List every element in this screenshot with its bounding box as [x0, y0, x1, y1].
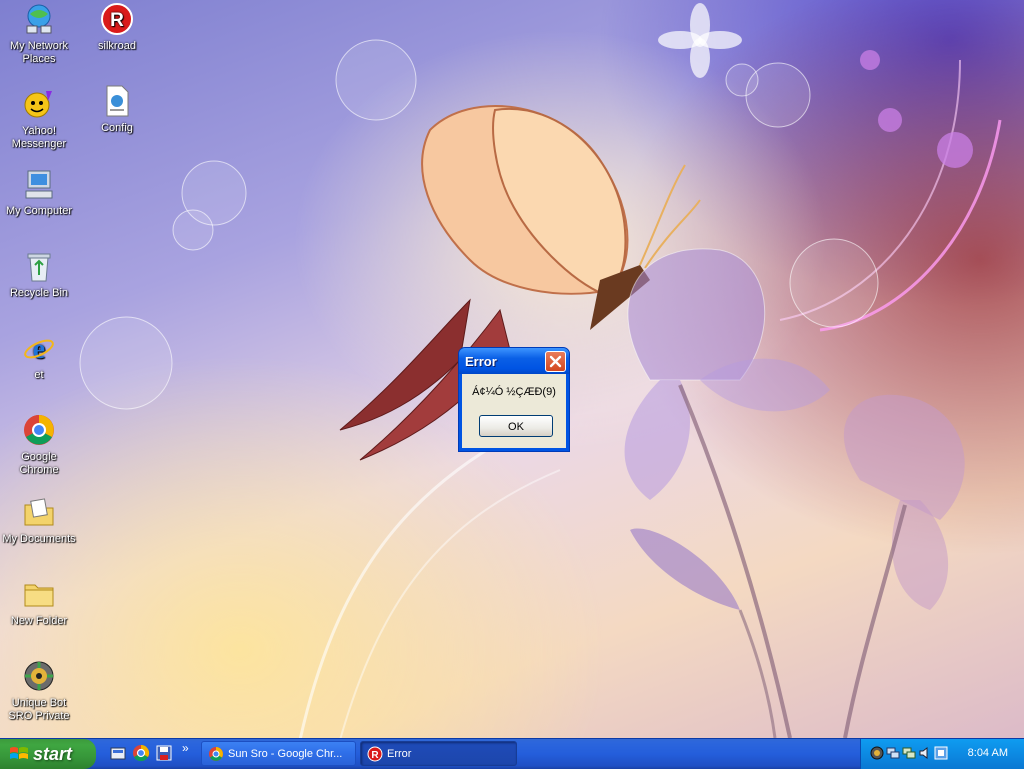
svg-text:R: R — [371, 750, 379, 761]
speaker-tray-icon[interactable] — [918, 746, 932, 760]
taskbar-button-label: Error — [387, 748, 412, 760]
quick-launch-chevron[interactable]: » — [182, 741, 189, 755]
svg-text:e: e — [33, 334, 45, 365]
desktop-icon-label: My Computer — [5, 205, 73, 217]
desktop-icon-my-documents[interactable]: My Documents — [1, 495, 77, 546]
my-documents-icon — [24, 498, 54, 526]
desktop-icon-unique-bot[interactable]: Unique Bot SRO Private — [1, 659, 77, 723]
chrome-icon[interactable] — [132, 744, 150, 762]
desktop-icon-silkroad[interactable]: R silkroad — [79, 2, 155, 53]
dialog-message: Á¢¼Ó ½ÇÆÐ(9) — [472, 386, 556, 398]
network-places-icon — [26, 4, 52, 34]
network-tray-icon-2[interactable] — [902, 746, 916, 760]
desktop-icon-recycle-bin[interactable]: Recycle Bin — [1, 249, 77, 300]
show-desktop-icon[interactable] — [109, 744, 127, 762]
desktop-icon-label: My Documents — [2, 533, 76, 545]
unique-bot-icon — [24, 661, 54, 691]
desktop-icon-label: Recycle Bin — [9, 287, 69, 299]
desktop-icon-new-folder[interactable]: New Folder — [1, 577, 77, 628]
desktop-icon-label: Unique Bot SRO Private — [8, 697, 70, 722]
svg-text:R: R — [110, 10, 124, 31]
desktop-icon-yahoo-messenger[interactable]: Yahoo! Messenger — [1, 87, 77, 151]
start-label: start — [33, 744, 73, 764]
desktop-icon-config[interactable]: Config — [79, 84, 155, 135]
dialog-titlebar[interactable]: Error — [459, 348, 569, 374]
desktop-icon-et[interactable]: e et — [1, 331, 77, 382]
desktop-icon-my-network-places[interactable]: My Network Places — [1, 2, 77, 66]
save-icon[interactable] — [155, 744, 173, 762]
recycle-bin-icon — [27, 253, 51, 282]
desktop-icon-label: silkroad — [98, 40, 136, 52]
config-file-icon — [106, 85, 129, 117]
error-dialog: Error Á¢¼Ó ½ÇÆÐ(9) OK — [458, 347, 570, 452]
desktop-icon-label: et — [34, 369, 44, 381]
system-tray: 8:04 AM — [860, 739, 1024, 769]
taskbar-button-error[interactable]: R Error — [360, 741, 517, 766]
taskbar-button-chrome[interactable]: Sun Sro - Google Chr... — [201, 741, 356, 766]
dialog-body: Á¢¼Ó ½ÇÆÐ(9) OK — [462, 374, 566, 448]
desktop-icon-google-chrome[interactable]: Google Chrome — [1, 413, 77, 477]
chrome-icon — [209, 747, 223, 761]
desktop-icon-label: Yahoo! Messenger — [11, 125, 67, 150]
silkroad-icon: R — [101, 3, 133, 35]
network-tray-icon[interactable] — [886, 746, 900, 760]
folder-icon — [24, 584, 54, 607]
silkroad-icon: R — [367, 746, 383, 762]
close-icon — [549, 355, 562, 368]
my-computer-icon — [25, 170, 53, 199]
taskbar-button-label: Sun Sro - Google Chr... — [228, 748, 343, 760]
yahoo-messenger-icon — [24, 91, 52, 118]
ok-button[interactable]: OK — [479, 415, 553, 437]
bot-tray-icon[interactable] — [870, 746, 884, 760]
internet-explorer-icon: e — [24, 334, 54, 365]
taskbar: start » Sun Sro - Google Chr... R Error … — [0, 738, 1024, 769]
desktop-icon-label: New Folder — [10, 615, 68, 627]
desktop-icon-my-computer[interactable]: My Computer — [1, 167, 77, 218]
dialog-title: Error — [465, 354, 497, 369]
windows-logo-icon — [10, 747, 28, 759]
start-button[interactable]: start — [0, 739, 96, 769]
dialog-close-button[interactable] — [545, 351, 566, 372]
app-tray-icon[interactable] — [934, 746, 948, 760]
desktop-icon-label: Google Chrome — [19, 451, 59, 476]
desktop-icon-label: Config — [101, 122, 133, 134]
chrome-icon — [24, 415, 54, 445]
desktop-icon-label: My Network Places — [9, 40, 69, 65]
clock[interactable]: 8:04 AM — [968, 747, 1008, 759]
